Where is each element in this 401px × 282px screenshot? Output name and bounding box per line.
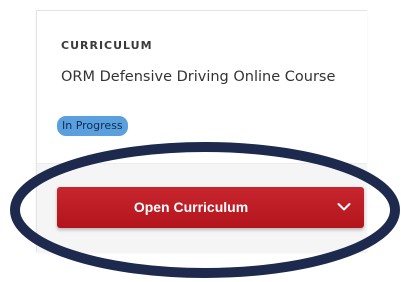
course-card: CURRICULUM ORM Defensive Driving Online …	[36, 10, 367, 252]
status-badge: In Progress	[57, 116, 128, 136]
card-category-label: CURRICULUM	[61, 39, 153, 52]
open-curriculum-button[interactable]: Open Curriculum	[57, 187, 364, 228]
card-body: CURRICULUM ORM Defensive Driving Online …	[37, 11, 367, 163]
screen: CURRICULUM ORM Defensive Driving Online …	[0, 0, 401, 282]
chevron-down-icon[interactable]	[337, 202, 351, 212]
open-curriculum-label: Open Curriculum	[133, 199, 249, 215]
course-title[interactable]: ORM Defensive Driving Online Course	[61, 69, 335, 85]
